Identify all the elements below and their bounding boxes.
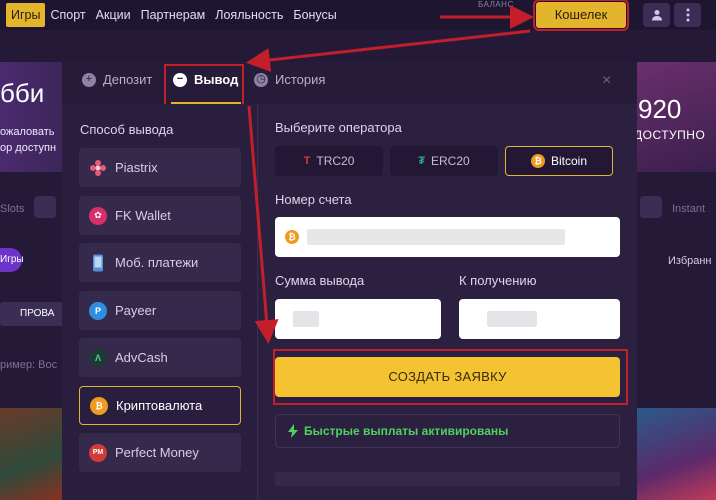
- lightning-icon: [288, 424, 298, 438]
- bitcoin-icon: ₿: [530, 154, 545, 168]
- tab-history[interactable]: ◷ История: [254, 72, 325, 87]
- method-crypto[interactable]: ₿ Криптовалюта: [79, 386, 241, 425]
- operator-label: ERC20: [431, 154, 470, 168]
- user-icon: [651, 10, 662, 21]
- hero-number: 920: [638, 94, 682, 124]
- method-label: Payeer: [115, 303, 157, 318]
- nav-bonuses[interactable]: Бонусы: [288, 3, 341, 27]
- tab-label: Депозит: [103, 72, 153, 87]
- hero-caption: ДОСТУПНО: [634, 128, 706, 142]
- top-navigation-bar: Игры Спорт Акции Партнерам Лояльность Бо…: [0, 0, 716, 31]
- instant-category[interactable]: Instant: [672, 203, 705, 215]
- withdraw-methods-panel: Способ вывода Piastrix ✿ FK Wallet Моб. …: [62, 104, 258, 500]
- receive-amount-label: К получению: [459, 273, 537, 288]
- account-number-label: Номер счета: [275, 192, 352, 207]
- bitcoin-icon: ₿: [90, 396, 108, 415]
- nav-partners[interactable]: Партнерам: [136, 3, 211, 27]
- hero-title: бби: [0, 78, 45, 108]
- slots-category[interactable]: Slots: [0, 203, 24, 215]
- tether-icon: ₮: [418, 155, 426, 167]
- favorites-link[interactable]: Избранн: [668, 255, 712, 267]
- annotation-highlight-box: [164, 64, 244, 108]
- operator-trc20[interactable]: T TRC20: [275, 146, 383, 176]
- close-icon[interactable]: ×: [602, 72, 611, 90]
- hero-text-1: ожаловать: [0, 126, 55, 138]
- games-pill[interactable]: Игры: [0, 248, 24, 272]
- operator-label: TRC20: [316, 154, 355, 168]
- operator-label: Bitcoin: [550, 154, 588, 168]
- piastrix-icon: [89, 159, 107, 177]
- method-fk-wallet[interactable]: ✿ FK Wallet: [79, 196, 241, 235]
- nav-loyalty[interactable]: Лояльность: [210, 3, 288, 27]
- method-payeer[interactable]: P Payeer: [79, 291, 241, 330]
- blurred-account-value: [307, 229, 565, 245]
- modal-tabs: + Депозит − Вывод ◷ История ×: [62, 62, 637, 108]
- method-label: Piastrix: [115, 160, 158, 175]
- method-label: Криптовалюта: [116, 398, 203, 413]
- fast-payouts-banner: Быстрые выплаты активированы: [275, 414, 620, 448]
- bitcoin-icon: ₿: [285, 230, 299, 244]
- account-number-field[interactable]: ₿: [275, 217, 620, 257]
- wallet-button[interactable]: Кошелек: [533, 0, 629, 31]
- tab-deposit[interactable]: + Депозит: [82, 72, 152, 87]
- operator-erc20[interactable]: ₮ ERC20: [390, 146, 498, 176]
- method-label: AdvCash: [115, 350, 168, 365]
- tab-label: История: [275, 72, 326, 87]
- method-label: FK Wallet: [115, 208, 171, 223]
- game-thumbnail[interactable]: [636, 408, 716, 500]
- game-thumbnail[interactable]: [0, 408, 62, 500]
- method-advcash[interactable]: Λ AdvCash: [79, 338, 241, 377]
- fkwallet-icon: ✿: [89, 206, 107, 225]
- receive-amount-field: [459, 299, 620, 339]
- hero-text-2: ор доступн: [0, 142, 57, 154]
- create-request-button[interactable]: СОЗДАТЬ ЗАЯВКУ: [275, 357, 620, 397]
- perfectmoney-icon: PM: [89, 443, 107, 462]
- withdraw-amount-label: Сумма вывода: [275, 273, 365, 288]
- operator-bitcoin[interactable]: ₿ Bitcoin: [505, 146, 613, 176]
- menu-button[interactable]: [674, 3, 701, 27]
- trophy-icon[interactable]: [640, 196, 662, 218]
- nav-games[interactable]: Игры: [6, 3, 46, 27]
- phone-icon: [89, 254, 107, 272]
- blurred-receive-value: [487, 311, 537, 327]
- plus-icon: +: [82, 72, 96, 87]
- method-label: Perfect Money: [115, 445, 199, 460]
- payeer-icon: P: [89, 301, 107, 320]
- method-mobile-payments[interactable]: Моб. платежи: [79, 243, 241, 282]
- method-label: Моб. платежи: [115, 255, 199, 270]
- more-dots-icon: [686, 8, 689, 22]
- nav-promotions[interactable]: Акции: [91, 3, 136, 27]
- balance-label: БАЛАНС: [478, 0, 514, 9]
- fast-payouts-text: Быстрые выплаты активированы: [304, 424, 509, 438]
- main-nav: Игры Спорт Акции Партнерам Лояльность Бо…: [6, 3, 342, 27]
- search-placeholder[interactable]: ример: Вос: [0, 359, 57, 371]
- operator-section-title: Выберите оператора: [275, 120, 402, 135]
- nav-sport[interactable]: Спорт: [45, 3, 90, 27]
- wallet-modal: + Депозит − Вывод ◷ История × Способ выв…: [62, 62, 637, 500]
- blurred-footer: [275, 472, 620, 486]
- advcash-icon: Λ: [89, 348, 107, 367]
- method-piastrix[interactable]: Piastrix: [79, 148, 241, 187]
- clock-icon: ◷: [254, 72, 268, 87]
- blurred-amount-value: [293, 311, 319, 327]
- withdraw-amount-field[interactable]: [275, 299, 441, 339]
- user-profile-button[interactable]: [643, 3, 670, 27]
- slots-category-icon[interactable]: [34, 196, 56, 218]
- method-perfect-money[interactable]: PM Perfect Money: [79, 433, 241, 472]
- arrow-to-withdraw-tab: [246, 29, 531, 72]
- promo-button[interactable]: ПРОВА: [0, 302, 64, 326]
- method-section-title: Способ вывода: [80, 122, 174, 137]
- tron-icon: T: [303, 155, 311, 167]
